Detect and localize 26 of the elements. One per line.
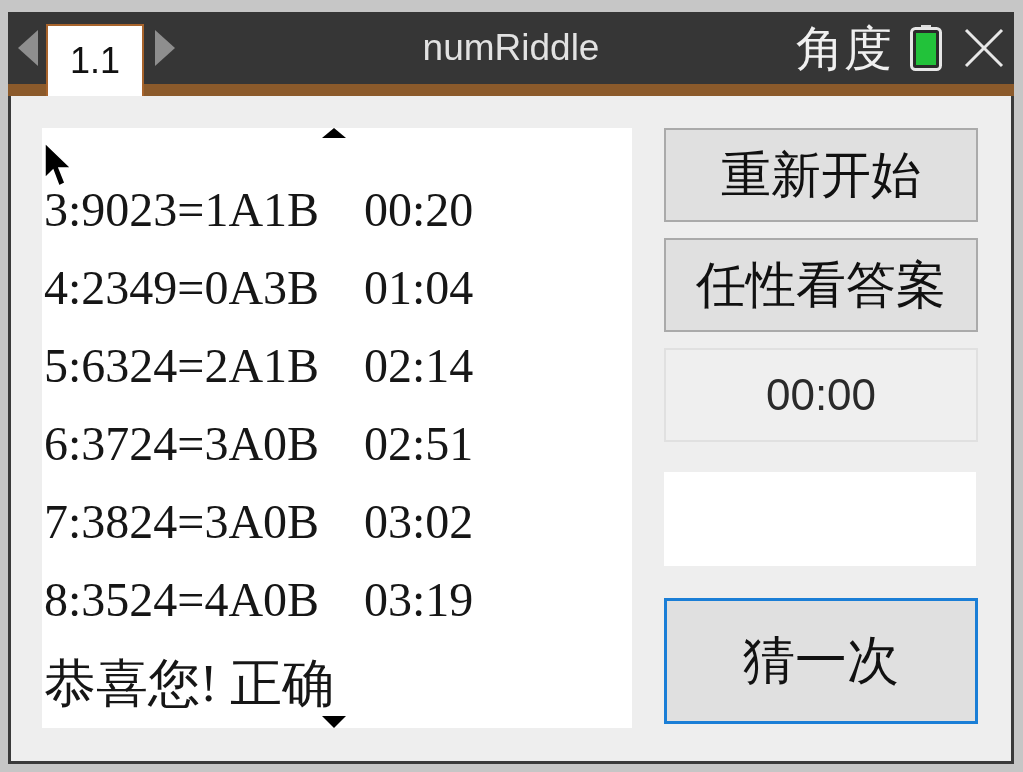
guess-entry: 3:9023=1A1B <box>44 188 320 232</box>
guess-time: 01:04 <box>364 266 474 310</box>
timer-display: 00:00 <box>664 348 978 442</box>
window-title: numRiddle <box>422 27 600 69</box>
guess-time: 02:14 <box>364 344 474 388</box>
guess-entry: 5:6324=2A1B <box>44 344 320 388</box>
battery-icon <box>910 25 942 71</box>
guess-time: 02:51 <box>364 422 474 466</box>
guess-time: 00:20 <box>364 188 474 232</box>
action-button[interactable]: 任性看答案 <box>664 238 978 332</box>
page-tab[interactable]: 1.1 <box>46 24 144 96</box>
action-button[interactable]: 重新开始 <box>664 128 978 222</box>
guess-button[interactable]: 猜一次 <box>664 598 978 724</box>
scroll-up-icon[interactable] <box>322 128 346 138</box>
guess-entry: 4:2349=0A3B <box>44 266 320 310</box>
guess-time: 03:02 <box>364 500 474 544</box>
angle-mode-label: 角度 <box>796 21 892 75</box>
guess-entry: 6:3724=3A0B <box>44 422 320 466</box>
right-arrow-icon[interactable] <box>155 30 175 66</box>
result-message: 恭喜您! 正确 <box>44 658 335 710</box>
scroll-down-icon[interactable] <box>322 716 346 728</box>
guess-entry: 7:3824=3A0B <box>44 500 320 544</box>
close-icon[interactable] <box>964 28 1004 68</box>
guess-time: 03:19 <box>364 578 474 622</box>
guess-entry: 8:3524=4A0B <box>44 578 320 622</box>
left-arrow-icon[interactable] <box>18 30 38 66</box>
